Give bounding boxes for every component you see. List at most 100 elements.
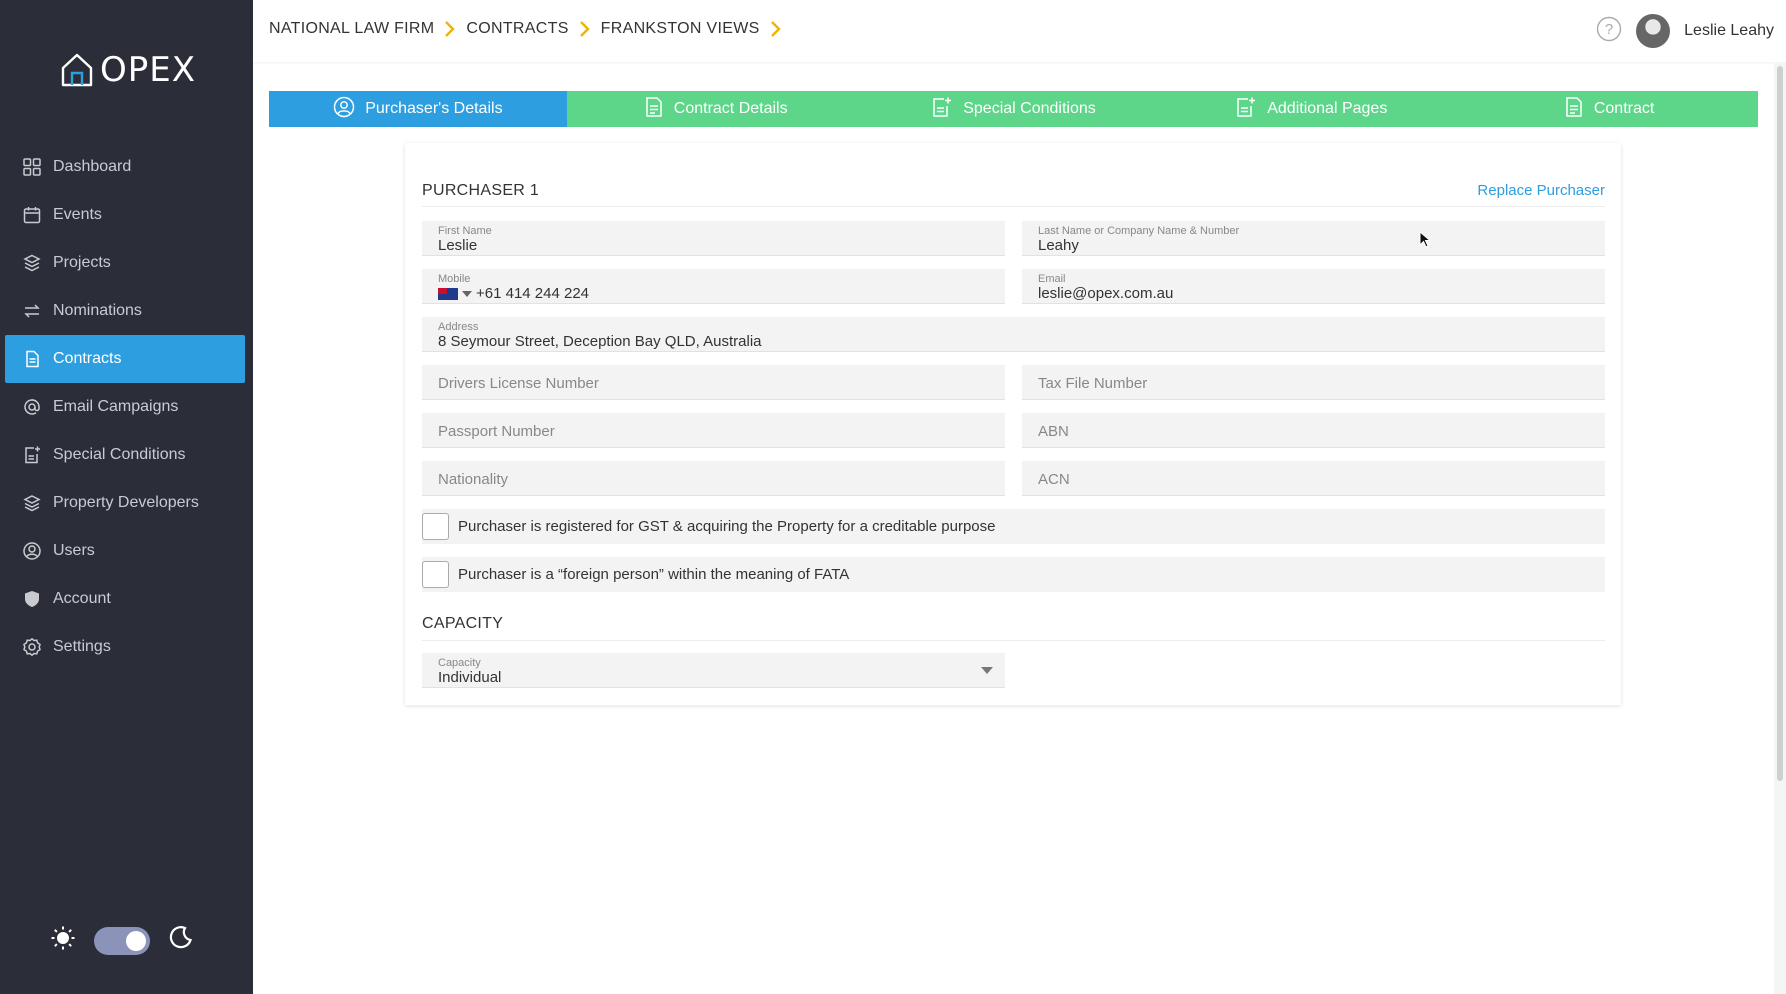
sidebar-item-label: Contracts (53, 350, 122, 367)
sidebar-item-label: Dashboard (53, 158, 132, 175)
gst-checkbox[interactable] (422, 513, 449, 540)
sidebar: OPEX Dashboard Events Projects Nominatio… (0, 0, 253, 994)
tab-purchasers-details[interactable]: Purchaser's Details (269, 91, 567, 127)
at-icon (21, 396, 43, 418)
layers-icon (21, 252, 43, 274)
brand-name: OPEX (100, 50, 197, 90)
australia-flag-icon[interactable] (438, 288, 458, 301)
field-placeholder: ABN (1038, 423, 1069, 440)
moon-icon[interactable] (168, 925, 194, 956)
divider (422, 206, 1605, 207)
document-icon (21, 348, 43, 370)
user-area: ? Leslie Leahy (1596, 14, 1774, 48)
field-value: Leslie (438, 237, 478, 254)
sidebar-item-label: Users (53, 542, 95, 559)
shield-icon (21, 588, 43, 610)
field-placeholder: Nationality (438, 471, 509, 488)
avatar[interactable] (1636, 14, 1671, 48)
field-label: First Name (438, 225, 492, 237)
sidebar-item-label: Settings (53, 638, 111, 655)
sidebar-item-dashboard[interactable]: Dashboard (5, 143, 245, 191)
chevron-right-icon (579, 20, 591, 38)
email-field[interactable]: Email leslie@opex.com.au (1022, 269, 1605, 304)
scrollbar-thumb[interactable] (1777, 66, 1783, 781)
sidebar-item-label: Events (53, 206, 102, 223)
capacity-select[interactable]: Capacity Individual (422, 653, 1005, 688)
sidebar-item-special-conditions[interactable]: Special Conditions (5, 431, 245, 479)
sidebar-item-projects[interactable]: Projects (5, 239, 245, 287)
sidebar-nav: Dashboard Events Projects Nominations Co… (5, 143, 245, 671)
sidebar-item-label: Property Developers (53, 494, 199, 511)
fata-checkbox[interactable] (422, 561, 449, 588)
replace-purchaser-link[interactable]: Replace Purchaser (1477, 182, 1605, 199)
top-bar: NATIONAL LAW FIRM CONTRACTS FRANKSTON VI… (253, 0, 1786, 62)
gst-checkbox-row: Purchaser is registered for GST & acquir… (422, 509, 1605, 544)
caret-down-icon[interactable] (462, 291, 472, 298)
field-label: Last Name or Company Name & Number (1038, 225, 1240, 237)
sidebar-item-property-developers[interactable]: Property Developers (5, 479, 245, 527)
field-placeholder: ACN (1038, 471, 1070, 488)
svg-text:?: ? (1605, 21, 1613, 38)
breadcrumb-item-firm[interactable]: NATIONAL LAW FIRM (269, 20, 434, 38)
field-value: Leahy (1038, 237, 1079, 254)
nationality-field[interactable]: Nationality (422, 461, 1005, 496)
mobile-field[interactable]: Mobile +61 414 244 224 (422, 269, 1005, 304)
tab-label: Additional Pages (1267, 100, 1388, 117)
field-value: +61 414 244 224 (476, 285, 590, 302)
mouse-cursor-icon (1419, 230, 1432, 254)
passport-number-field[interactable]: Passport Number (422, 413, 1005, 448)
address-field[interactable]: Address 8 Seymour Street, Deception Bay … (422, 317, 1605, 352)
swap-icon (21, 300, 43, 322)
sun-icon[interactable] (50, 925, 76, 956)
opex-logo[interactable]: OPEX (58, 50, 196, 90)
sidebar-item-email-campaigns[interactable]: Email Campaigns (5, 383, 245, 431)
tab-contract[interactable]: Contract (1460, 91, 1758, 127)
field-label: Email (1038, 273, 1066, 285)
toggle-knob (126, 930, 146, 951)
acn-field[interactable]: ACN (1022, 461, 1605, 496)
field-label: Mobile (438, 273, 471, 285)
sidebar-item-settings[interactable]: Settings (5, 623, 245, 671)
chevron-right-icon (444, 20, 456, 38)
field-label: Capacity (438, 657, 481, 669)
page-scrollbar[interactable] (1774, 62, 1786, 994)
chevron-right-icon (770, 20, 782, 38)
field-placeholder: Passport Number (438, 423, 555, 440)
theme-toggle[interactable] (94, 926, 150, 955)
last-name-field[interactable]: Last Name or Company Name & Number Leahy (1022, 221, 1605, 256)
tab-label: Special Conditions (963, 100, 1096, 117)
breadcrumb-item-project[interactable]: FRANKSTON VIEWS (601, 20, 760, 38)
tab-additional-pages[interactable]: Additional Pages (1162, 91, 1460, 127)
document-plus-icon (931, 96, 953, 123)
user-circle-icon (333, 96, 355, 123)
sidebar-item-label: Projects (53, 254, 111, 271)
calendar-icon (21, 204, 43, 226)
sidebar-item-users[interactable]: Users (5, 527, 245, 575)
sidebar-item-label: Nominations (53, 302, 142, 319)
field-placeholder: Tax File Number (1038, 375, 1148, 392)
purchaser-form-card: PURCHASER 1 Replace Purchaser First Name… (405, 143, 1621, 705)
tab-contract-details[interactable]: Contract Details (567, 91, 865, 127)
breadcrumb-item-contracts[interactable]: CONTRACTS (466, 20, 568, 38)
abn-field[interactable]: ABN (1022, 413, 1605, 448)
user-circle-icon (21, 540, 43, 562)
drivers-license-field[interactable]: Drivers License Number (422, 365, 1005, 400)
field-value: leslie@opex.com.au (1038, 285, 1174, 302)
divider (422, 640, 1605, 641)
sidebar-item-account[interactable]: Account (5, 575, 245, 623)
tax-file-number-field[interactable]: Tax File Number (1022, 365, 1605, 400)
checkbox-label: Purchaser is registered for GST & acquir… (458, 518, 996, 535)
help-icon[interactable]: ? (1596, 16, 1622, 47)
sidebar-item-nominations[interactable]: Nominations (5, 287, 245, 335)
sidebar-item-contracts[interactable]: Contracts (5, 335, 245, 383)
user-name[interactable]: Leslie Leahy (1684, 22, 1774, 40)
tab-label: Contract (1593, 100, 1655, 117)
sidebar-item-label: Account (53, 590, 111, 607)
tab-label: Contract Details (673, 100, 788, 117)
step-tabs: Purchaser's Details Contract Details Spe… (269, 91, 1758, 127)
first-name-field[interactable]: First Name Leslie (422, 221, 1005, 256)
field-value: Individual (438, 669, 502, 686)
theme-switcher (50, 925, 194, 956)
tab-special-conditions[interactable]: Special Conditions (865, 91, 1163, 127)
sidebar-item-events[interactable]: Events (5, 191, 245, 239)
